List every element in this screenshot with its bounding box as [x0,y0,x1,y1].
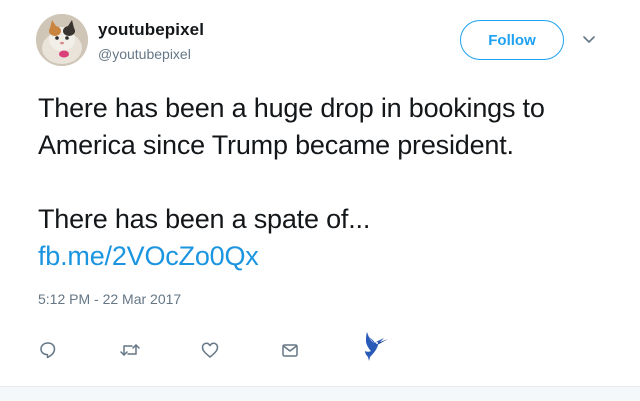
reply-button[interactable] [36,338,60,362]
envelope-icon [282,344,298,357]
user-display-name[interactable]: youtubepixel [98,20,204,40]
tweet-paragraph-2: There has been a spate of... [38,204,371,234]
more-options-caret[interactable] [580,31,598,49]
tweet-card: youtubepixel @youtubepixel Follow There … [0,0,640,386]
heart-icon [201,342,219,358]
tweet-paragraph-1: There has been a huge drop in bookings t… [38,93,545,160]
user-handle[interactable]: @youtubepixel [98,46,191,62]
tweet-text: There has been a huge drop in bookings t… [38,90,618,275]
retweet-button[interactable] [118,338,142,362]
retweet-icon [120,344,140,356]
footer-bar [0,386,640,401]
tweet-link[interactable]: fb.me/2VOcZo0Qx [38,241,259,271]
like-button[interactable] [198,338,222,362]
hummingbird-button[interactable] [358,328,392,362]
tweet-timestamp[interactable]: 5:12 PM - 22 Mar 2017 [38,291,181,307]
direct-message-button[interactable] [278,338,302,362]
follow-button[interactable]: Follow [460,20,564,60]
cat-avatar-image [36,14,88,66]
hummingbird-icon [365,332,388,361]
tweet-actions [0,332,640,372]
avatar[interactable] [36,14,88,66]
chevron-down-icon [583,36,595,43]
speech-bubble-icon [40,342,56,359]
